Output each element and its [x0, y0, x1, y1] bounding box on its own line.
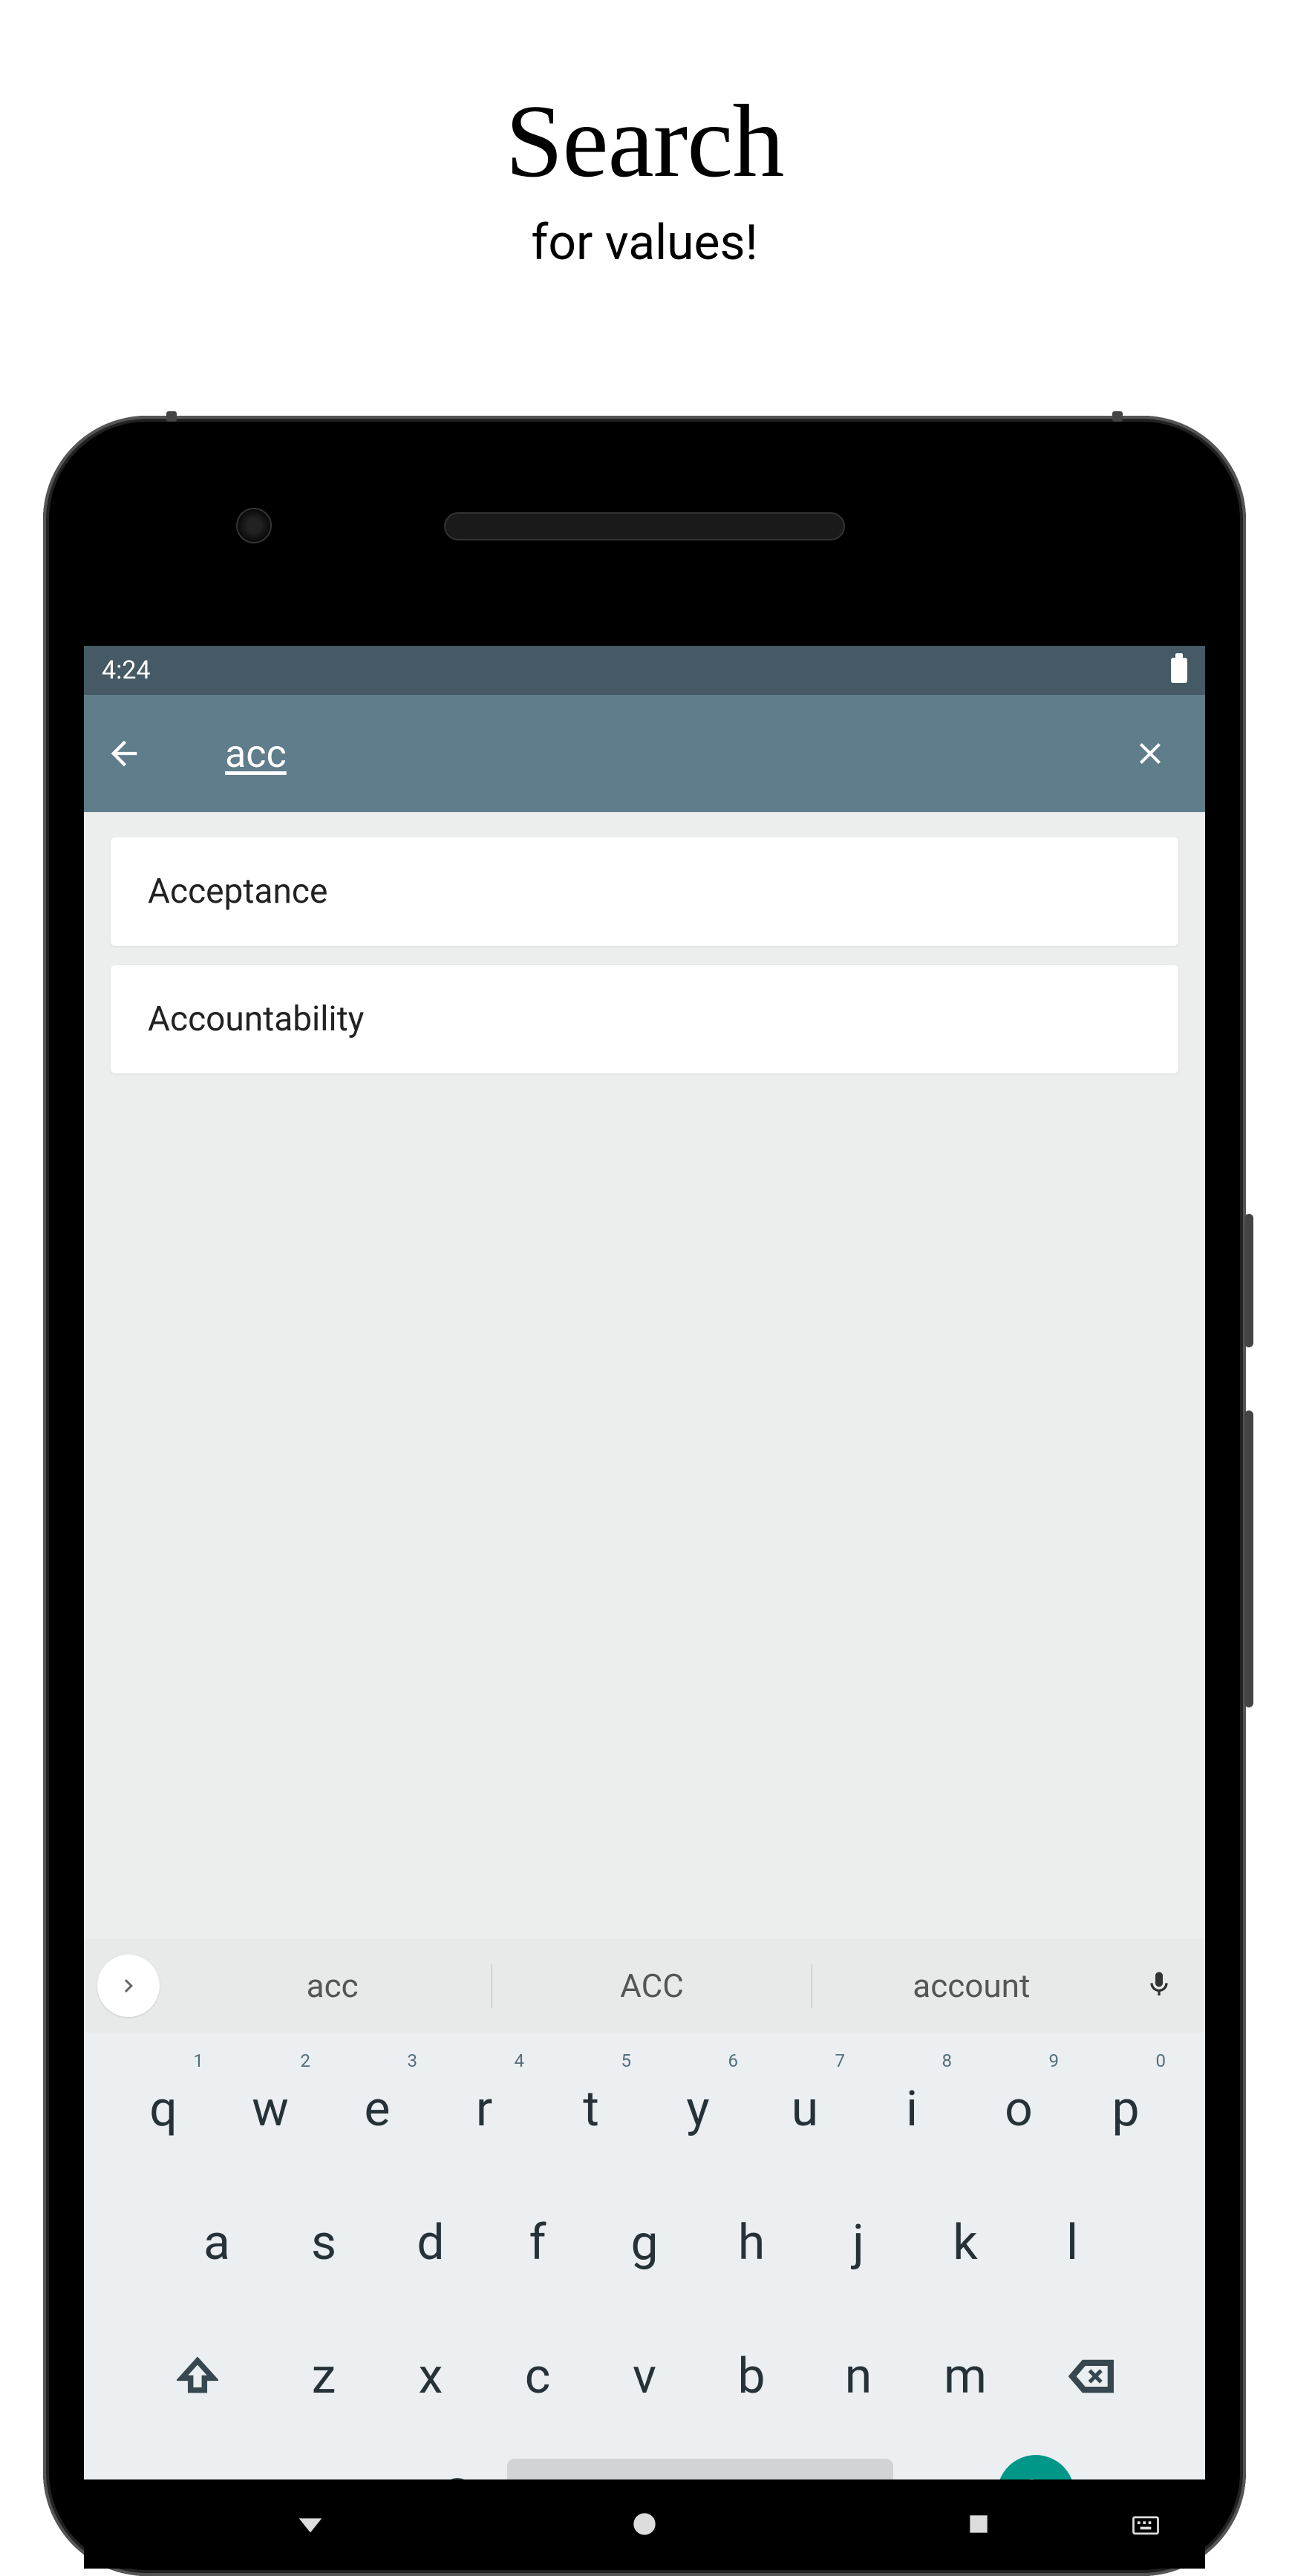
- key-hint: 1: [194, 2050, 204, 2071]
- key-z[interactable]: z: [270, 2312, 377, 2441]
- search-results: Acceptance Accountability: [84, 812, 1205, 1118]
- status-time: 4:24: [102, 656, 151, 685]
- key-s[interactable]: s: [270, 2178, 377, 2307]
- key-x[interactable]: x: [377, 2312, 484, 2441]
- key-hint: 9: [1049, 2050, 1060, 2071]
- search-result-item[interactable]: Accountability: [111, 965, 1178, 1073]
- search-result-item[interactable]: Acceptance: [111, 837, 1178, 946]
- keyboard-suggestion-bar: accACCaccount: [84, 1939, 1205, 2033]
- key-j[interactable]: j: [805, 2178, 912, 2307]
- key-w[interactable]: w2: [217, 2044, 324, 2174]
- search-input[interactable]: acc: [225, 731, 1131, 777]
- key-h[interactable]: h: [698, 2178, 805, 2307]
- key-hint: 2: [301, 2050, 311, 2071]
- key-hint: 0: [1156, 2050, 1166, 2071]
- nav-keyboard-switch-button[interactable]: [1123, 2502, 1168, 2546]
- android-nav-bar: [84, 2479, 1205, 2569]
- nav-home-button[interactable]: [622, 2502, 667, 2546]
- nav-back-button[interactable]: [288, 2502, 333, 2546]
- key-k[interactable]: k: [912, 2178, 1019, 2307]
- phone-speaker: [444, 512, 845, 540]
- status-bar: 4:24: [84, 646, 1205, 695]
- key-i[interactable]: i8: [858, 2044, 965, 2174]
- key-f[interactable]: f: [484, 2178, 591, 2307]
- key-n[interactable]: n: [805, 2312, 912, 2441]
- keyboard-suggestion[interactable]: account: [812, 1958, 1131, 2014]
- key-l[interactable]: l: [1019, 2178, 1126, 2307]
- key-t[interactable]: t5: [538, 2044, 644, 2174]
- back-button[interactable]: [105, 734, 143, 773]
- phone-frame: 4:24 acc Acceptance Accountability: [43, 416, 1246, 2576]
- expand-suggestions-button[interactable]: [97, 1955, 160, 2017]
- key-e[interactable]: e3: [324, 2044, 431, 2174]
- key-m[interactable]: m: [912, 2312, 1019, 2441]
- key-a[interactable]: a: [163, 2178, 270, 2307]
- key-hint: 6: [728, 2050, 739, 2071]
- voice-input-button[interactable]: [1144, 1969, 1181, 2002]
- key-q[interactable]: q1: [110, 2044, 217, 2174]
- key-hint: 3: [408, 2050, 418, 2071]
- phone-camera: [236, 508, 272, 543]
- key-r[interactable]: r4: [431, 2044, 538, 2174]
- shift-key[interactable]: [138, 2321, 257, 2432]
- battery-icon: [1171, 658, 1187, 683]
- key-c[interactable]: c: [484, 2312, 591, 2441]
- key-hint: 4: [515, 2050, 525, 2071]
- key-b[interactable]: b: [698, 2312, 805, 2441]
- key-hint: 5: [621, 2050, 632, 2071]
- key-hint: 8: [942, 2050, 953, 2071]
- key-y[interactable]: y6: [644, 2044, 751, 2174]
- key-hint: 7: [835, 2050, 846, 2071]
- key-g[interactable]: g: [591, 2178, 698, 2307]
- key-v[interactable]: v: [591, 2312, 698, 2441]
- key-p[interactable]: p0: [1072, 2044, 1179, 2174]
- keyboard-suggestion[interactable]: acc: [173, 1958, 492, 2014]
- backspace-key[interactable]: [1032, 2321, 1151, 2432]
- key-u[interactable]: u7: [751, 2044, 858, 2174]
- key-o[interactable]: o9: [965, 2044, 1072, 2174]
- page-subtitle: for values!: [0, 215, 1289, 272]
- key-d[interactable]: d: [377, 2178, 484, 2307]
- nav-recents-button[interactable]: [956, 2502, 1001, 2546]
- clear-search-button[interactable]: [1131, 734, 1169, 773]
- phone-screen: 4:24 acc Acceptance Accountability: [84, 646, 1205, 2569]
- app-bar: acc: [84, 695, 1205, 812]
- keyboard-suggestion[interactable]: ACC: [492, 1958, 811, 2014]
- page-title: Search: [0, 82, 1289, 201]
